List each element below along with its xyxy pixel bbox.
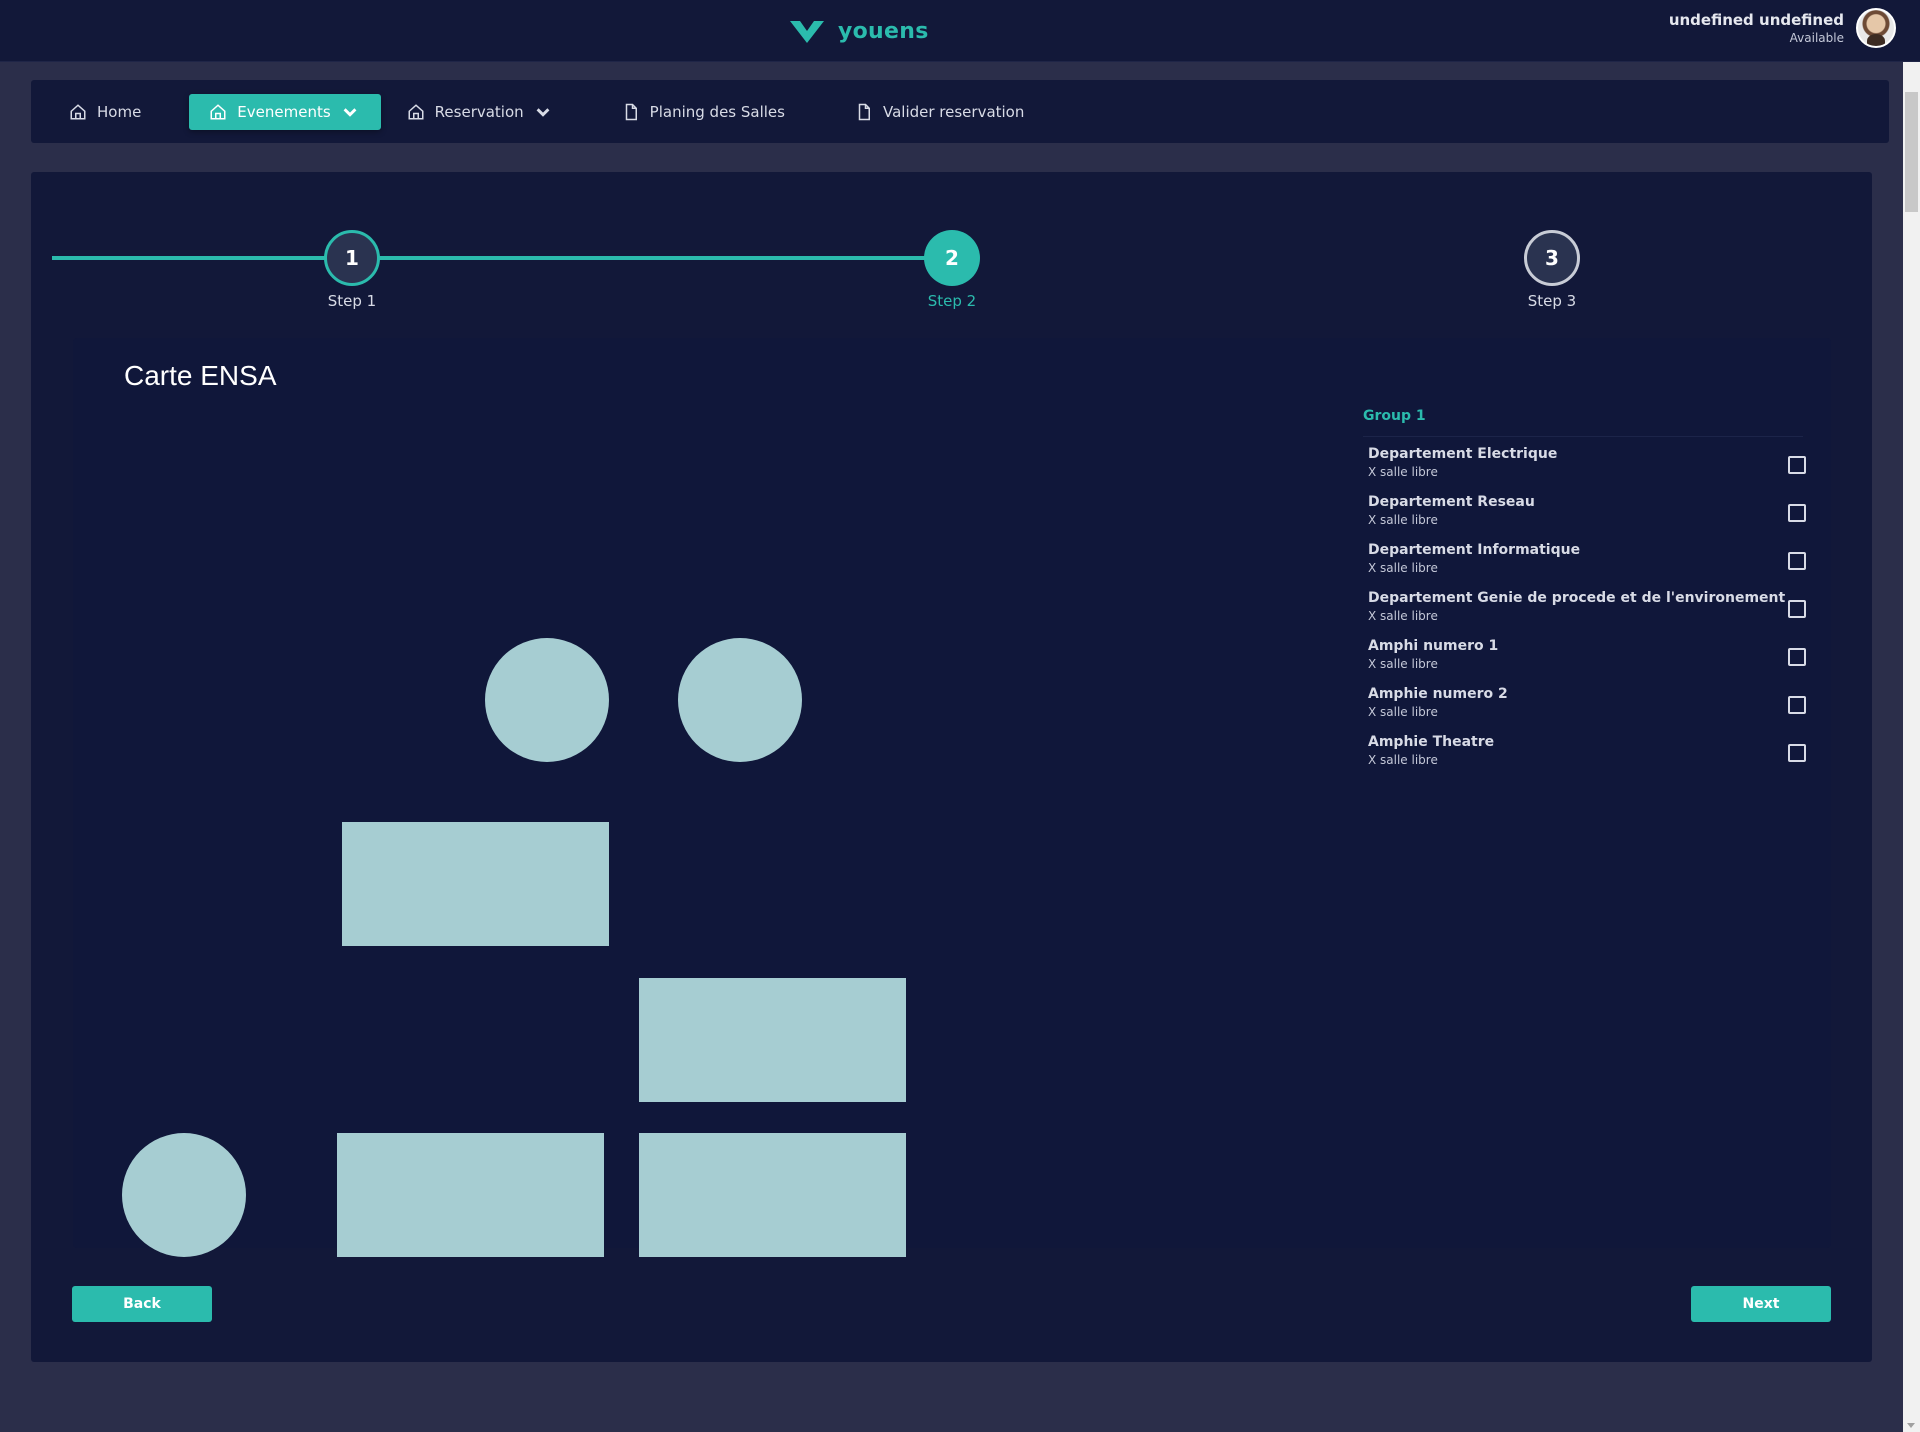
list-item: Departement Electrique X salle libre: [1368, 446, 1806, 494]
scroll-down-arrow-icon[interactable]: [1907, 1423, 1915, 1428]
main-nav: Home Evenements Reservation Planing des …: [31, 80, 1889, 143]
room-name: Amphie Theatre: [1368, 734, 1495, 750]
building-rect[interactable]: [639, 978, 906, 1102]
reservation-card: 1 Step 1 2 Step 2 3 Step 3 Carte ENSA Gr…: [31, 172, 1872, 1362]
building-rect[interactable]: [337, 1133, 604, 1257]
chevron-down-icon: [536, 107, 550, 117]
room-availability: X salle libre: [1368, 753, 1438, 767]
room-name: Departement Electrique: [1368, 446, 1558, 462]
room-availability: X salle libre: [1368, 513, 1438, 527]
room-checkbox[interactable]: [1788, 504, 1806, 522]
room-checkbox[interactable]: [1788, 744, 1806, 762]
room-availability: X salle libre: [1368, 657, 1438, 671]
scrollbar-thumb[interactable]: [1905, 92, 1918, 212]
chevron-down-icon: [343, 107, 357, 117]
nav-item-home[interactable]: Home: [69, 94, 163, 130]
list-item: Amphi numero 1 X salle libre: [1368, 638, 1806, 686]
user-status: Available: [1789, 31, 1844, 45]
next-button[interactable]: Next: [1691, 1286, 1831, 1322]
room-name: Amphie numero 2: [1368, 686, 1508, 702]
building-circle[interactable]: [678, 638, 802, 762]
map-panel: Carte ENSA Group 1 Departement Electriqu…: [73, 338, 1831, 1257]
nav-item-valider[interactable]: Valider reservation: [855, 94, 1046, 130]
step-3-circle[interactable]: 3: [1524, 230, 1580, 286]
building-circle[interactable]: [485, 638, 609, 762]
room-name: Amphi numero 1: [1368, 638, 1499, 654]
user-info: undefined undefined Available: [1669, 11, 1844, 45]
room-availability: X salle libre: [1368, 561, 1438, 575]
nav-item-evenements[interactable]: Evenements: [189, 93, 381, 130]
room-checkbox[interactable]: [1788, 648, 1806, 666]
nav-item-label: Evenements: [237, 102, 331, 121]
stepper: 1 Step 1 2 Step 2 3 Step 3: [31, 172, 1872, 332]
room-name: Departement Reseau: [1368, 494, 1535, 510]
user-menu[interactable]: undefined undefined Available: [1669, 8, 1896, 48]
room-list: Departement Electrique X salle libre Dep…: [1368, 446, 1806, 782]
nav-item-label: Planing des Salles: [649, 102, 785, 121]
step-number: 3: [1545, 246, 1559, 270]
building-rect[interactable]: [639, 1133, 906, 1257]
brand-name: youens: [838, 18, 929, 44]
room-availability: X salle libre: [1368, 609, 1438, 623]
step-1-circle[interactable]: 1: [324, 230, 380, 286]
step-2-label: Step 2: [927, 292, 977, 310]
document-icon: [625, 103, 637, 120]
step-number: 1: [345, 246, 359, 270]
back-button[interactable]: Back: [72, 1286, 212, 1322]
nav-item-label: Valider reservation: [882, 102, 1025, 121]
step-2-circle[interactable]: 2: [924, 230, 980, 286]
step-1-label: Step 1: [327, 292, 377, 310]
vertical-scrollbar[interactable]: [1903, 62, 1920, 1432]
nav-item-reservation[interactable]: Reservation: [407, 94, 574, 130]
list-item: Amphie numero 2 X salle libre: [1368, 686, 1806, 734]
brand[interactable]: youens: [788, 14, 929, 48]
brand-logo-icon: [790, 21, 824, 43]
building-rect[interactable]: [342, 822, 609, 946]
home-icon: [210, 103, 226, 119]
list-item: Departement Genie de procede et de l'env…: [1368, 590, 1806, 638]
home-icon: [70, 103, 86, 119]
top-bar: youens undefined undefined Available: [0, 0, 1920, 62]
room-name: Departement Genie de procede et de l'env…: [1368, 590, 1786, 606]
step-number: 2: [945, 246, 959, 270]
divider: [1363, 436, 1803, 437]
list-item: Departement Reseau X salle libre: [1368, 494, 1806, 542]
list-item: Amphie Theatre X salle libre: [1368, 734, 1806, 782]
room-availability: X salle libre: [1368, 705, 1438, 719]
step-3-label: Step 3: [1527, 292, 1577, 310]
group-title: Group 1: [1363, 408, 1426, 424]
room-checkbox[interactable]: [1788, 696, 1806, 714]
home-icon: [408, 103, 424, 119]
avatar[interactable]: [1856, 8, 1896, 48]
nav-item-label: Home: [97, 102, 142, 121]
room-availability: X salle libre: [1368, 465, 1438, 479]
map-title: Carte ENSA: [124, 360, 277, 391]
document-icon: [858, 103, 870, 120]
list-item: Departement Informatique X salle libre: [1368, 542, 1806, 590]
room-checkbox[interactable]: [1788, 552, 1806, 570]
room-checkbox[interactable]: [1788, 456, 1806, 474]
user-name: undefined undefined: [1668, 11, 1844, 29]
nav-item-label: Reservation: [434, 102, 524, 121]
room-checkbox[interactable]: [1788, 600, 1806, 618]
step-progress-line: [52, 256, 950, 260]
room-name: Departement Informatique: [1368, 542, 1581, 558]
building-circle[interactable]: [122, 1133, 246, 1257]
nav-item-planing[interactable]: Planing des Salles: [622, 94, 807, 130]
